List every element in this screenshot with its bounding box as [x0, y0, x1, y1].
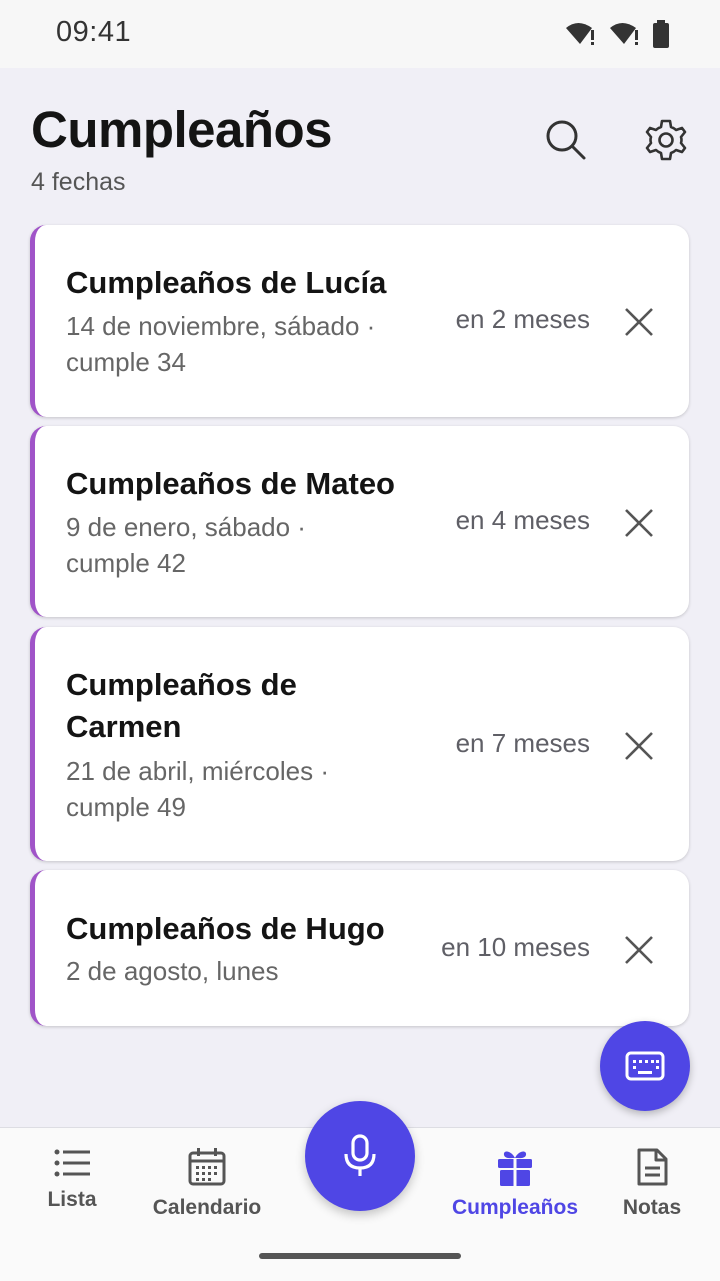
birthday-age: cumple 49: [66, 792, 186, 822]
birthday-relative-time: en 7 meses: [455, 728, 590, 758]
nav-label: Notas: [622, 1196, 682, 1219]
settings-button[interactable]: [638, 112, 694, 168]
delete-button[interactable]: [617, 501, 661, 545]
list-icon: [54, 1149, 90, 1177]
birthday-relative-time: en 4 meses: [455, 505, 590, 535]
birthday-card[interactable]: Cumpleaños de Hugo 2 de agosto, lunes en…: [30, 870, 689, 1026]
dates-count: 4 fechas: [31, 168, 126, 196]
battery-icon: [653, 20, 669, 48]
birthday-relative-time: en 2 meses: [455, 304, 590, 334]
close-icon: [625, 732, 653, 760]
nav-label: Cumpleaños: [451, 1196, 579, 1219]
gesture-navigation-bar[interactable]: [259, 1253, 461, 1259]
birthday-date: 9 de enero, sábado ·: [66, 512, 306, 542]
birthday-title-line2: Carmen: [66, 709, 182, 744]
close-icon: [625, 936, 653, 964]
delete-button[interactable]: [617, 300, 661, 344]
birthday-relative-time: en 10 meses: [441, 932, 590, 962]
birthday-date: 14 de noviembre, sábado ·: [66, 311, 376, 341]
nav-item-lista[interactable]: Lista: [2, 1148, 142, 1212]
nav-label: Lista: [47, 1188, 97, 1211]
birthday-title: Cumpleaños de Mateo: [66, 466, 395, 501]
birthday-card[interactable]: Cumpleaños de Lucía 14 de noviembre, sáb…: [30, 225, 689, 417]
birthday-title: Cumpleaños de Hugo: [66, 911, 385, 946]
nav-item-calendario[interactable]: Calendario: [137, 1148, 277, 1220]
microphone-icon: [344, 1134, 376, 1176]
birthday-date: 21 de abril, miércoles ·: [66, 756, 329, 786]
search-button[interactable]: [538, 112, 594, 168]
page-title: Cumpleaños: [31, 101, 333, 158]
note-icon: [637, 1148, 668, 1186]
birthday-age: cumple 42: [66, 548, 186, 578]
delete-button[interactable]: [617, 928, 661, 972]
gear-icon: [645, 119, 687, 161]
wifi-alert-icon: [610, 23, 638, 45]
delete-button[interactable]: [617, 724, 661, 768]
nav-item-cumpleanos[interactable]: Cumpleaños: [445, 1148, 585, 1220]
keyboard-input-button[interactable]: [600, 1021, 690, 1111]
search-icon: [546, 120, 586, 160]
nav-label: Calendario: [152, 1196, 262, 1219]
close-icon: [625, 308, 653, 336]
birthday-title-line1: Cumpleaños de: [66, 667, 297, 702]
status-time: 09:41: [56, 16, 132, 48]
birthday-date: 2 de agosto, lunes: [66, 956, 279, 986]
status-bar: 09:41: [0, 0, 720, 68]
nav-item-notas[interactable]: Notas: [582, 1148, 720, 1220]
birthday-card[interactable]: Cumpleaños de Carmen 21 de abril, miérco…: [30, 627, 689, 861]
wifi-alert-icon: [566, 23, 594, 45]
calendar-icon: [188, 1148, 226, 1186]
birthday-age: cumple 34: [66, 347, 186, 377]
keyboard-icon: [625, 1051, 665, 1081]
gift-icon: [498, 1151, 532, 1186]
close-icon: [625, 509, 653, 537]
status-icons: [564, 20, 670, 48]
birthday-card[interactable]: Cumpleaños de Mateo 9 de enero, sábado ·…: [30, 426, 689, 617]
voice-input-button[interactable]: [305, 1101, 415, 1211]
birthday-title: Cumpleaños de Lucía: [66, 265, 387, 300]
